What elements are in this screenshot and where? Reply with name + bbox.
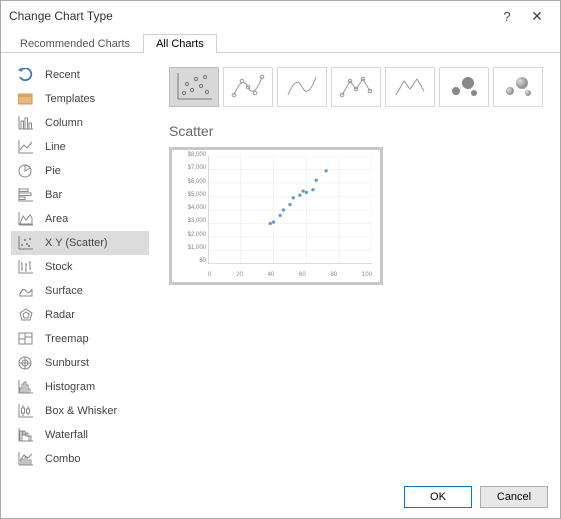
category-label: Histogram <box>45 381 95 393</box>
subtype-bubble-3d[interactable] <box>493 67 543 107</box>
surface-icon <box>17 283 35 299</box>
category-label: X Y (Scatter) <box>45 237 108 249</box>
box-whisker-icon <box>17 403 35 419</box>
category-label: Column <box>45 117 83 129</box>
subtype-title: Scatter <box>169 123 546 139</box>
subtype-scatter-smooth[interactable] <box>277 67 327 107</box>
category-pie[interactable]: Pie <box>11 159 149 183</box>
subtype-scatter-straight[interactable] <box>385 67 435 107</box>
tab-recommended-charts[interactable]: Recommended Charts <box>7 34 143 53</box>
category-radar[interactable]: Radar <box>11 303 149 327</box>
templates-icon <box>17 91 35 107</box>
y-axis-labels: $8,000$7,000$6,000$5,000$4,000$3,000$2,0… <box>176 152 206 264</box>
main-panel: Scatter $8,000$7,000$6,000$5,000$4,000$3… <box>149 53 560 476</box>
chart-preview[interactable]: $8,000$7,000$6,000$5,000$4,000$3,000$2,0… <box>169 147 383 285</box>
category-recent[interactable]: Recent <box>11 63 149 87</box>
category-bar[interactable]: Bar <box>11 183 149 207</box>
subtype-bubble[interactable] <box>439 67 489 107</box>
category-label: Recent <box>45 69 80 81</box>
category-surface[interactable]: Surface <box>11 279 149 303</box>
subtype-scatter[interactable] <box>169 67 219 107</box>
tab-strip: Recommended Charts All Charts <box>1 31 560 53</box>
category-combo[interactable]: Combo <box>11 447 149 471</box>
category-label: Templates <box>45 93 95 105</box>
chart-category-list: Recent Templates Column Line Pie Bar Are… <box>1 53 149 476</box>
category-label: Treemap <box>45 333 89 345</box>
category-stock[interactable]: Stock <box>11 255 149 279</box>
category-box-whisker[interactable]: Box & Whisker <box>11 399 149 423</box>
title-bar: Change Chart Type ? ✕ <box>1 1 560 31</box>
chart-subtype-row <box>169 67 546 107</box>
category-label: Sunburst <box>45 357 89 369</box>
column-icon <box>17 115 35 131</box>
bar-icon <box>17 187 35 203</box>
category-histogram[interactable]: Histogram <box>11 375 149 399</box>
cancel-button[interactable]: Cancel <box>480 486 548 508</box>
category-label: Pie <box>45 165 61 177</box>
category-line[interactable]: Line <box>11 135 149 159</box>
category-label: Box & Whisker <box>45 405 117 417</box>
category-label: Line <box>45 141 66 153</box>
line-icon <box>17 139 35 155</box>
category-label: Combo <box>45 453 80 465</box>
category-label: Waterfall <box>45 429 88 441</box>
category-column[interactable]: Column <box>11 111 149 135</box>
category-area[interactable]: Area <box>11 207 149 231</box>
category-templates[interactable]: Templates <box>11 87 149 111</box>
category-sunburst[interactable]: Sunburst <box>11 351 149 375</box>
histogram-icon <box>17 379 35 395</box>
sunburst-icon <box>17 355 35 371</box>
pie-icon <box>17 163 35 179</box>
category-label: Area <box>45 213 68 225</box>
tab-all-charts[interactable]: All Charts <box>143 34 217 53</box>
ok-button[interactable]: OK <box>404 486 472 508</box>
combo-icon <box>17 451 35 467</box>
treemap-icon <box>17 331 35 347</box>
category-xy-scatter[interactable]: X Y (Scatter) <box>11 231 149 255</box>
scatter-icon <box>17 235 35 251</box>
x-axis-labels: 020406080100 <box>208 272 372 278</box>
category-label: Surface <box>45 285 83 297</box>
category-label: Radar <box>45 309 75 321</box>
close-button[interactable]: ✕ <box>522 4 552 28</box>
category-treemap[interactable]: Treemap <box>11 327 149 351</box>
recent-icon <box>17 67 35 83</box>
subtype-scatter-straight-markers[interactable] <box>331 67 381 107</box>
dialog-footer: OK Cancel <box>1 476 560 518</box>
category-waterfall[interactable]: Waterfall <box>11 423 149 447</box>
category-label: Bar <box>45 189 62 201</box>
subtype-scatter-smooth-markers[interactable] <box>223 67 273 107</box>
area-icon <box>17 211 35 227</box>
dialog-title: Change Chart Type <box>9 9 492 23</box>
radar-icon <box>17 307 35 323</box>
category-label: Stock <box>45 261 73 273</box>
stock-icon <box>17 259 35 275</box>
waterfall-icon <box>17 427 35 443</box>
help-button[interactable]: ? <box>492 4 522 28</box>
chart-plot-area <box>208 156 372 264</box>
